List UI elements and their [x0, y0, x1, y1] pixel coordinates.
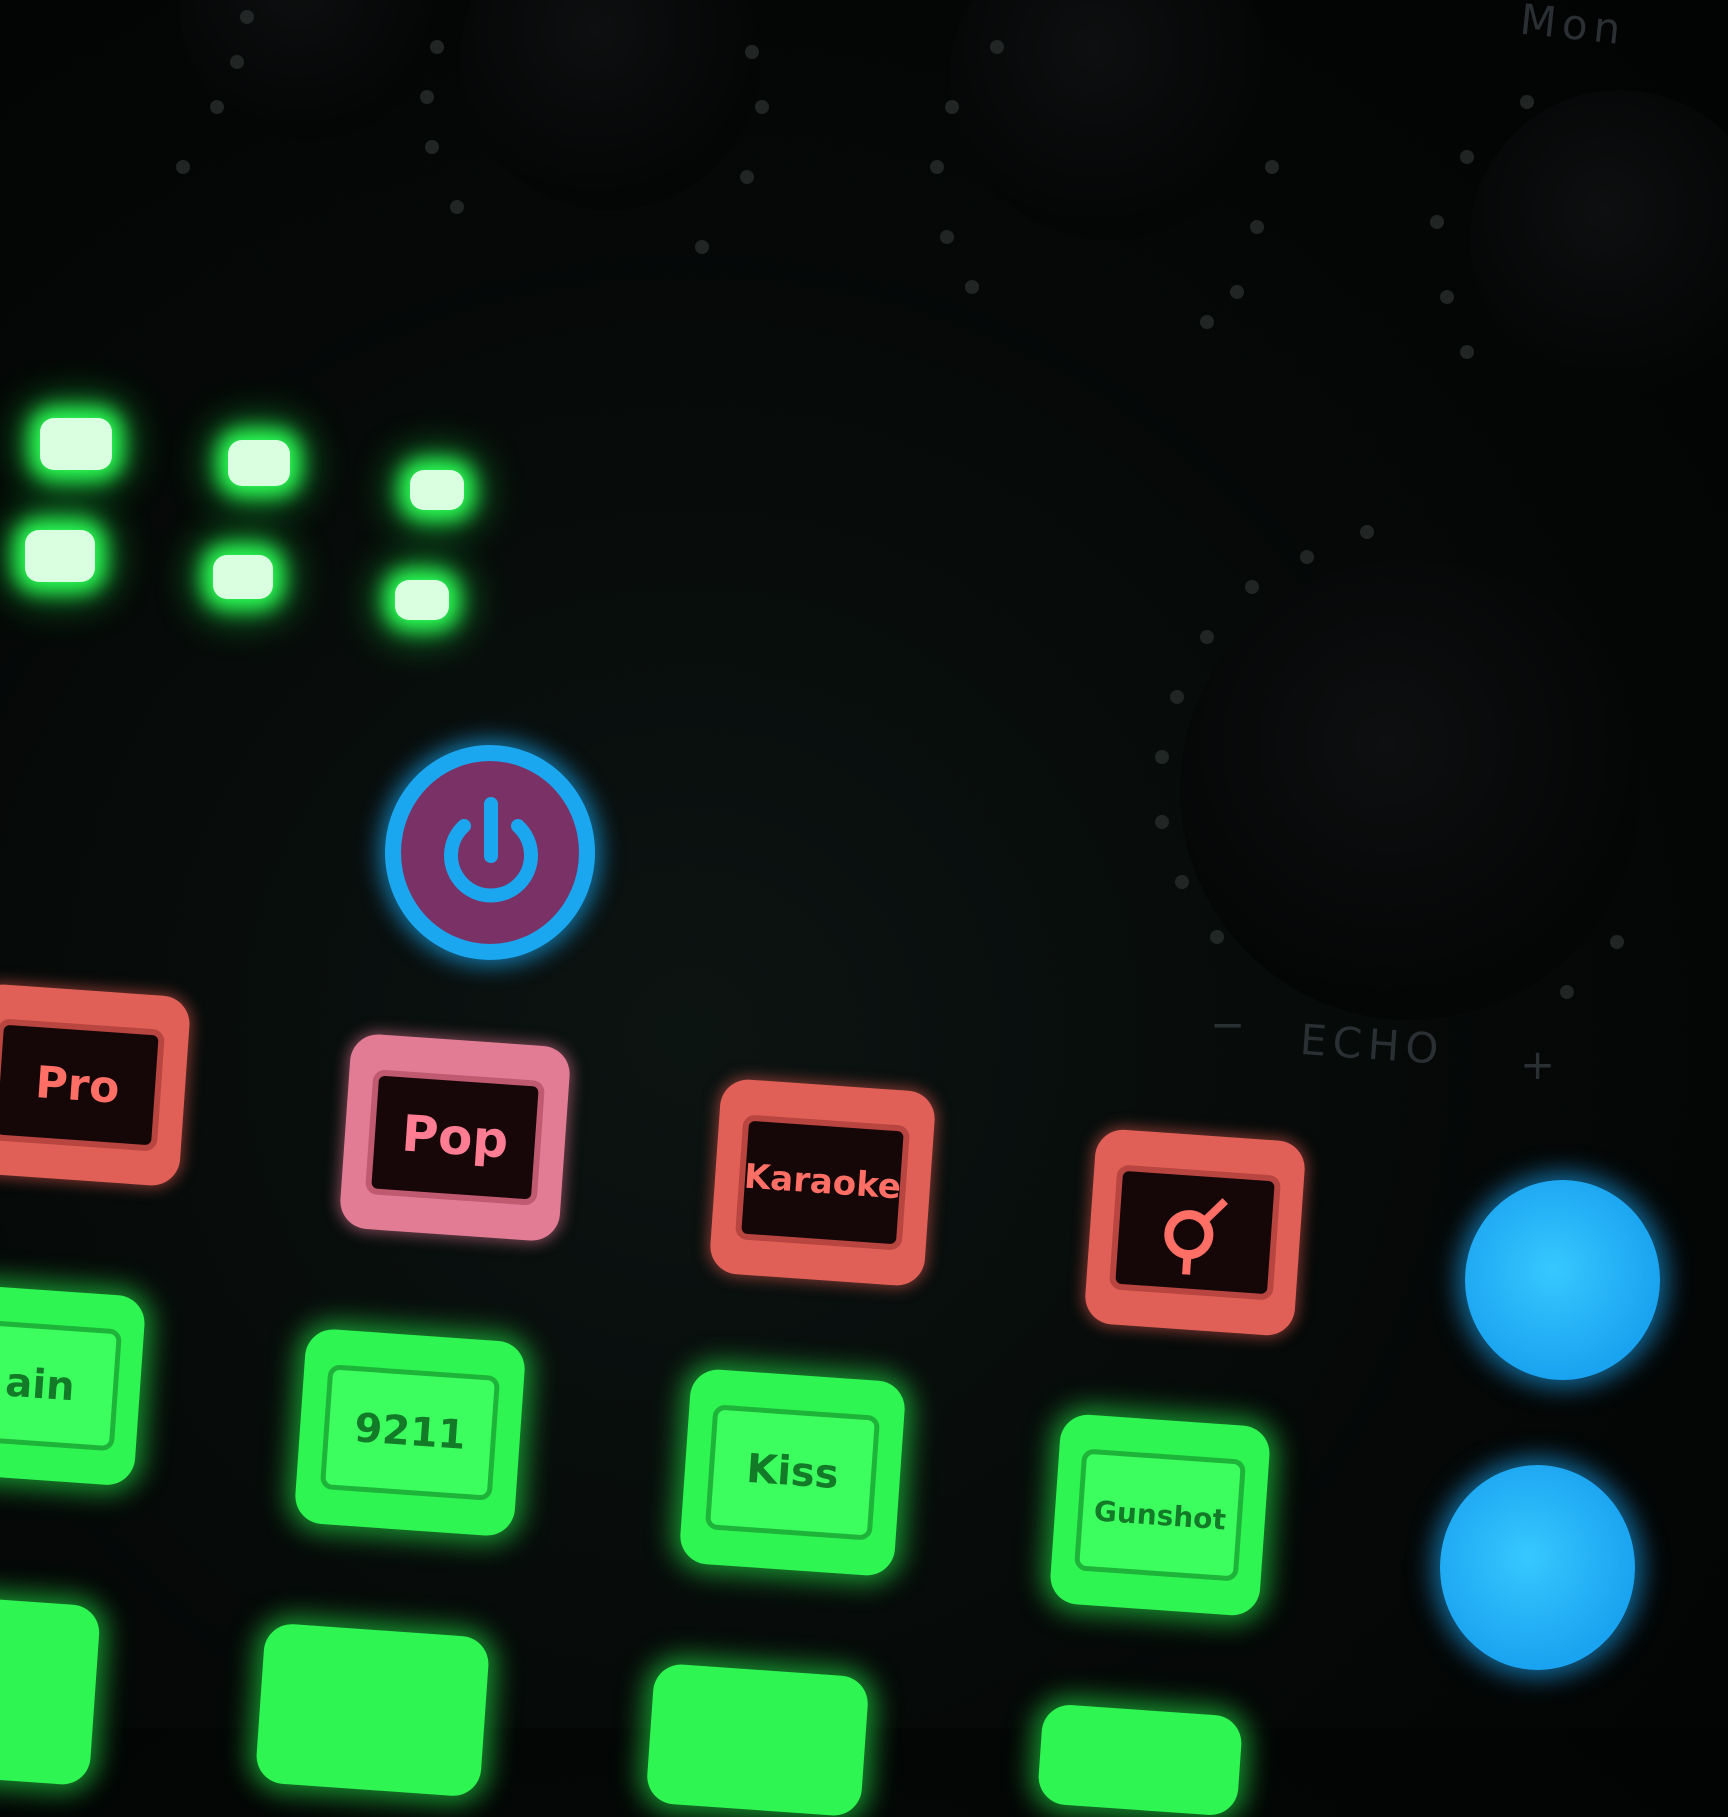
scale-dot — [1560, 985, 1574, 999]
scale-dot — [430, 40, 444, 54]
scale-dot — [745, 45, 759, 59]
scale-dot — [1155, 815, 1169, 829]
scale-dot — [755, 100, 769, 114]
scale-dot — [1300, 550, 1314, 564]
level-led — [213, 555, 273, 599]
effect-button-pro[interactable]: Pro — [0, 982, 192, 1188]
power-icon — [444, 797, 538, 903]
scale-dot — [420, 90, 434, 104]
scale-dot — [1200, 630, 1214, 644]
effect-button-pop-label: Pop — [365, 1069, 545, 1206]
sound-button-1[interactable]: ain — [0, 1283, 147, 1487]
gender-symbol-icon — [1164, 1198, 1228, 1276]
scale-dot — [1460, 150, 1474, 164]
effect-button-karaoke-label: Karaoke — [734, 1114, 911, 1251]
effect-button-pop[interactable]: Pop — [338, 1032, 572, 1243]
sound-button-row3-1[interactable] — [0, 1593, 102, 1787]
sound-button-kiss[interactable]: Kiss — [678, 1367, 907, 1578]
effect-button-pro-label: Pro — [0, 1018, 166, 1152]
scale-dot — [940, 230, 954, 244]
scale-dot — [990, 40, 1004, 54]
echo-knob[interactable] — [1180, 560, 1640, 1020]
knob-top-middle[interactable] — [460, 0, 760, 210]
scale-dot — [176, 160, 190, 174]
scale-dot — [1175, 875, 1189, 889]
echo-plus-label: + — [1520, 1040, 1562, 1089]
scale-dot — [945, 100, 959, 114]
level-led — [410, 470, 464, 510]
scale-dot — [1460, 345, 1474, 359]
sound-button-row3-4[interactable] — [1036, 1703, 1244, 1817]
scale-dot — [1230, 285, 1244, 299]
power-button[interactable] — [385, 745, 595, 960]
scale-dot — [1360, 525, 1374, 539]
scale-dot — [1250, 220, 1264, 234]
knob-monitor[interactable] — [1470, 90, 1728, 390]
scale-dot — [1155, 750, 1169, 764]
scale-dot — [965, 280, 979, 294]
scale-dot — [1170, 690, 1184, 704]
sound-button-1-label: ain — [0, 1318, 123, 1452]
sound-card-panel: Mon − ECHO + Pro Pop Karaoke ain 9211 Ki… — [0, 0, 1728, 1817]
scale-dot — [230, 55, 244, 69]
scale-dot — [1440, 290, 1454, 304]
scale-dot — [1200, 315, 1214, 329]
scale-dot — [210, 100, 224, 114]
echo-minus-label: − — [1210, 1000, 1252, 1049]
scale-dot — [1610, 935, 1624, 949]
level-led — [228, 440, 290, 486]
level-led — [25, 530, 95, 582]
effect-button-gender[interactable] — [1083, 1127, 1307, 1338]
level-led — [395, 580, 449, 620]
scale-dot — [425, 140, 439, 154]
echo-label: ECHO — [1298, 1015, 1447, 1074]
sound-button-9211[interactable]: 9211 — [293, 1327, 527, 1538]
scale-dot — [1430, 215, 1444, 229]
sound-button-row3-2[interactable] — [254, 1622, 491, 1798]
effect-button-karaoke[interactable]: Karaoke — [708, 1077, 937, 1288]
level-led — [40, 418, 112, 470]
sound-button-gunshot-label: Gunshot — [1074, 1448, 1246, 1582]
sound-button-row3-3[interactable] — [645, 1662, 870, 1817]
knob-top-left[interactable] — [180, 0, 440, 140]
scale-dot — [740, 170, 754, 184]
knob-top-right[interactable] — [950, 0, 1270, 240]
sound-button-gunshot[interactable]: Gunshot — [1048, 1412, 1272, 1618]
monitor-label: Mon — [1517, 0, 1629, 55]
scale-dot — [1520, 95, 1534, 109]
scale-dot — [695, 240, 709, 254]
scale-dot — [930, 160, 944, 174]
blue-button-bottom[interactable] — [1440, 1465, 1635, 1670]
scale-dot — [1245, 580, 1259, 594]
sound-button-kiss-label: Kiss — [704, 1404, 881, 1541]
effect-button-gender-label — [1108, 1164, 1282, 1301]
scale-dot — [450, 200, 464, 214]
blue-button-top[interactable] — [1465, 1180, 1660, 1380]
sound-button-9211-label: 9211 — [320, 1364, 500, 1501]
scale-dot — [1265, 160, 1279, 174]
scale-dot — [240, 10, 254, 24]
scale-dot — [1210, 930, 1224, 944]
